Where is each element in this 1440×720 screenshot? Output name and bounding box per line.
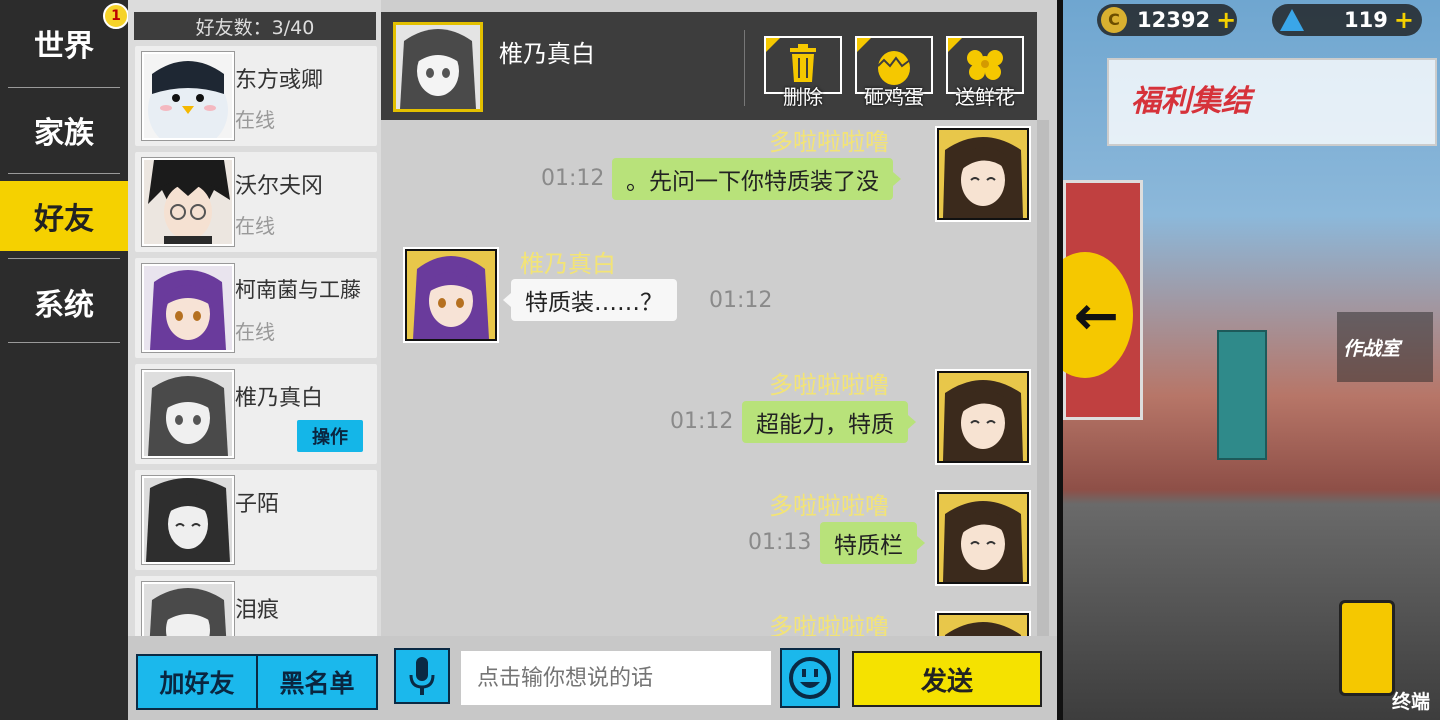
sender-name: 多啦啦啦噜	[769, 128, 889, 156]
friend-item[interactable]: 子陌	[135, 470, 377, 570]
message-input[interactable]	[461, 651, 771, 705]
header-divider	[744, 30, 745, 106]
add-coin-icon[interactable]: +	[1216, 6, 1236, 34]
sender-avatar	[937, 613, 1029, 636]
nav-world-label: 世界	[34, 29, 94, 64]
corner-mark	[948, 38, 962, 52]
chat-title: 椎乃真白	[499, 40, 595, 68]
terminal-icon	[1339, 600, 1395, 696]
nav-family[interactable]: 家族	[0, 95, 128, 165]
friend-name: 子陌	[235, 492, 280, 517]
friend-item[interactable]: 东方彧卿 在线	[135, 46, 377, 146]
friend-name: 沃尔夫冈	[235, 174, 324, 199]
sender-name: 多啦啦啦噜	[769, 492, 889, 520]
add-gem-icon[interactable]: +	[1394, 6, 1414, 34]
avatar	[142, 476, 234, 564]
sender-name: 多啦啦啦噜	[769, 371, 889, 399]
message-bubble: 。先问一下你特质装了没	[612, 158, 901, 200]
friends-panel: 好友数：3/40 东方彧卿 在线 沃尔夫冈 在线 柯南菌与工藤 在线 椎乃真白 …	[128, 0, 381, 636]
add-friend-button[interactable]: 加好友	[136, 654, 258, 710]
nav-divider	[8, 173, 120, 174]
friend-item[interactable]: 柯南菌与工藤 在线	[135, 258, 377, 358]
gem-counter: 119 +	[1272, 4, 1422, 36]
delete-button[interactable]: 删除	[764, 36, 842, 109]
nav-system[interactable]: 系统	[0, 267, 128, 337]
sender-avatar	[937, 128, 1029, 220]
chat-header: 椎乃真白 删除 砸鸡蛋 送鲜花	[381, 12, 1037, 120]
friend-status: 在线	[235, 108, 275, 132]
message-bubble: 特质栏	[820, 522, 925, 564]
coin-counter: C 12392 +	[1097, 4, 1237, 36]
send-button[interactable]: 发送	[852, 651, 1042, 707]
notification-badge: 1	[103, 3, 129, 29]
war-room-button[interactable]: 作战室	[1337, 312, 1433, 382]
send-flower-label: 送鲜花	[955, 85, 1015, 109]
message-time: 01:12	[670, 409, 734, 434]
sender-name: 多啦啦啦噜	[769, 613, 889, 636]
blacklist-button[interactable]: 黑名单	[256, 654, 378, 710]
chat-panel: 椎乃真白 删除 砸鸡蛋 送鲜花 多啦啦啦噜 01:12 。先问一下你特质装了没	[381, 0, 1057, 636]
avatar	[142, 264, 234, 352]
friend-name: 泪痕	[235, 598, 280, 623]
smiley-icon	[789, 657, 831, 699]
friend-name: 椎乃真白	[235, 386, 324, 411]
avatar	[142, 52, 234, 140]
delete-label: 删除	[783, 85, 823, 109]
emoji-button[interactable]	[780, 648, 840, 708]
nav-divider	[8, 87, 120, 88]
delivery-box	[1217, 330, 1267, 460]
friend-status: 在线	[235, 214, 275, 238]
message-time: 01:12	[709, 288, 773, 313]
avatar	[142, 158, 234, 246]
side-nav: 世界 家族 好友 系统 1	[0, 0, 129, 720]
scene-divider	[1057, 0, 1063, 720]
event-banner-title: 福利集结	[1131, 84, 1251, 119]
arrow-left-icon: ←	[1073, 283, 1119, 347]
message-time: 01:13	[748, 530, 812, 555]
bottom-bar: 加好友 黑名单 发送	[128, 636, 1057, 720]
message-time: 01:12	[541, 166, 605, 191]
nav-divider	[8, 342, 120, 343]
gem-amount: 119	[1344, 8, 1388, 32]
gem-icon	[1280, 9, 1304, 31]
friend-status: 在线	[235, 320, 275, 344]
friend-list[interactable]: 东方彧卿 在线 沃尔夫冈 在线 柯南菌与工藤 在线 椎乃真白 操作 子陌 泪痕	[128, 44, 381, 636]
terminal-button[interactable]: 终端	[1309, 592, 1440, 720]
corner-mark	[857, 38, 871, 52]
chat-partner-avatar	[393, 22, 483, 112]
nav-family-label: 家族	[34, 116, 94, 151]
friend-item[interactable]: 泪痕	[135, 576, 377, 636]
friend-item[interactable]: 沃尔夫冈 在线	[135, 152, 377, 252]
voice-button[interactable]	[394, 648, 450, 704]
coin-amount: 12392	[1137, 8, 1211, 32]
sender-avatar	[937, 371, 1029, 463]
event-banner[interactable]: 福利集结	[1107, 58, 1437, 146]
microphone-icon	[409, 657, 435, 695]
terminal-label: 终端	[1391, 691, 1430, 713]
nav-divider	[8, 258, 120, 259]
sender-avatar	[937, 492, 1029, 584]
throw-egg-label: 砸鸡蛋	[864, 85, 924, 109]
chat-scrollbar[interactable]	[1037, 120, 1049, 636]
nav-friends-label: 好友	[34, 202, 94, 237]
friend-name: 柯南菌与工藤	[235, 278, 361, 302]
coin-icon: C	[1101, 7, 1127, 33]
game-scene: C 12392 + 119 + 福利集结 ← 作战室 终端	[1057, 0, 1440, 720]
war-room-label: 作战室	[1343, 337, 1401, 360]
avatar	[142, 370, 234, 458]
nav-system-label: 系统	[34, 288, 94, 323]
sender-name: 椎乃真白	[520, 250, 616, 278]
friend-item[interactable]: 椎乃真白 操作	[135, 364, 377, 464]
avatar	[142, 582, 234, 636]
corner-mark	[766, 38, 780, 52]
message-bubble: 超能力，特质	[742, 401, 916, 443]
nav-friends[interactable]: 好友	[0, 181, 128, 251]
sender-avatar	[405, 249, 497, 341]
message-bubble: 特质装……？	[503, 279, 677, 321]
throw-egg-button[interactable]: 砸鸡蛋	[855, 36, 933, 109]
operate-button[interactable]: 操作	[297, 420, 363, 452]
friend-name: 东方彧卿	[235, 68, 324, 93]
friend-count: 好友数：3/40	[134, 12, 376, 40]
send-flower-button[interactable]: 送鲜花	[946, 36, 1024, 109]
